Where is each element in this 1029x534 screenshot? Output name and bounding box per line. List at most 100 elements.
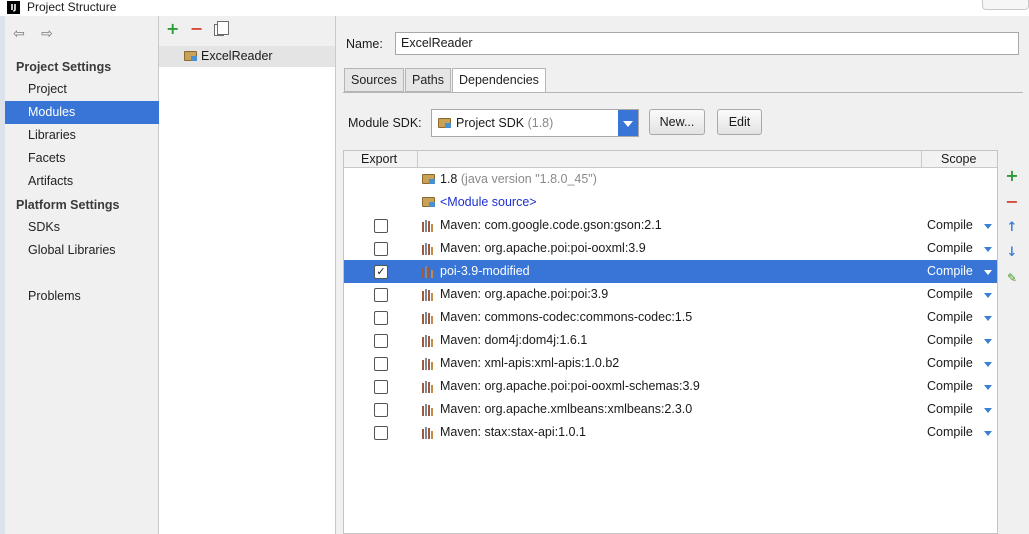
move-up-icon[interactable]: ↑ xyxy=(1004,220,1020,236)
tab-dependencies[interactable]: Dependencies xyxy=(452,68,546,93)
tab-sources[interactable]: Sources xyxy=(344,68,404,92)
dependency-name: poi-3.9-modified xyxy=(440,264,530,278)
chevron-down-icon[interactable] xyxy=(984,362,992,367)
sidebar-item-problems[interactable]: Problems xyxy=(5,285,159,308)
table-row[interactable]: Maven: org.apache.poi:poi-ooxml-schemas:… xyxy=(344,375,997,398)
chevron-down-icon[interactable] xyxy=(984,316,992,321)
table-row[interactable]: Maven: dom4j:dom4j:1.6.1 Compile xyxy=(344,329,997,352)
chevron-down-icon[interactable] xyxy=(984,431,992,436)
scope-select[interactable]: Compile xyxy=(927,287,973,301)
module-sdk-select[interactable]: Project SDK (1.8) xyxy=(431,109,639,137)
edit-sdk-button[interactable]: Edit xyxy=(717,109,762,135)
sidebar-item-modules[interactable]: Modules xyxy=(5,101,159,124)
table-row[interactable]: Maven: com.google.code.gson:gson:2.1 Comp… xyxy=(344,214,997,237)
title-bar: IJ Project Structure xyxy=(0,0,1029,16)
chevron-down-icon[interactable] xyxy=(984,293,992,298)
scope-select[interactable]: Compile xyxy=(927,218,973,232)
chevron-down-icon[interactable] xyxy=(984,339,992,344)
window-title: Project Structure xyxy=(27,0,117,14)
chevron-down-icon[interactable] xyxy=(984,270,992,275)
add-dependency-icon[interactable]: + xyxy=(1004,168,1020,184)
dependency-name: Maven: stax:stax-api:1.0.1 xyxy=(440,425,586,439)
add-module-icon[interactable]: + xyxy=(166,21,179,37)
scope-select[interactable]: Compile xyxy=(927,241,973,255)
sidebar-item-project[interactable]: Project xyxy=(5,78,159,101)
scope-select[interactable]: Compile xyxy=(927,425,973,439)
scope-select[interactable]: Compile xyxy=(927,379,973,393)
module-name: ExcelReader xyxy=(201,49,273,63)
library-icon xyxy=(422,427,435,439)
table-row[interactable]: Maven: org.apache.xmlbeans:xmlbeans:2.3.… xyxy=(344,398,997,421)
intellij-app-icon: IJ xyxy=(7,1,20,14)
scope-select[interactable]: Compile xyxy=(927,402,973,416)
chevron-down-icon[interactable] xyxy=(984,224,992,229)
copy-module-icon[interactable] xyxy=(214,21,229,36)
export-checkbox[interactable] xyxy=(374,334,388,348)
scope-select[interactable]: Compile xyxy=(927,333,973,347)
export-checkbox[interactable] xyxy=(374,357,388,371)
dependency-name: Maven: org.apache.xmlbeans:xmlbeans:2.3.… xyxy=(440,402,693,416)
sdk-version: (1.8) xyxy=(527,116,554,130)
scope-column-header[interactable]: Scope xyxy=(941,152,976,167)
sidebar-item-global-libraries[interactable]: Global Libraries xyxy=(5,239,159,262)
module-list-toolbar: + − xyxy=(159,16,335,46)
module-name-field[interactable]: ExcelReader xyxy=(395,32,1019,55)
jdk-row[interactable]: 1.8 (java version "1.8.0_45") xyxy=(344,168,997,191)
table-row[interactable]: Maven: stax:stax-api:1.0.1 Compile xyxy=(344,421,997,444)
library-icon xyxy=(422,266,435,278)
library-icon xyxy=(422,404,435,416)
dependency-name: Maven: xml-apis:xml-apis:1.0.b2 xyxy=(440,356,620,370)
export-checkbox[interactable] xyxy=(374,380,388,394)
export-checkbox[interactable] xyxy=(374,219,388,233)
library-icon xyxy=(422,358,435,370)
chevron-down-icon[interactable] xyxy=(984,247,992,252)
chevron-down-icon[interactable] xyxy=(984,408,992,413)
chevron-down-icon[interactable] xyxy=(984,385,992,390)
export-checkbox[interactable] xyxy=(374,288,388,302)
table-row[interactable]: Maven: org.apache.poi:poi-ooxml:3.9 Compi… xyxy=(344,237,997,260)
export-column-header[interactable]: Export xyxy=(361,152,397,167)
module-list-panel: + − ExcelReader xyxy=(159,16,336,534)
sidebar-item-facets[interactable]: Facets xyxy=(5,147,159,170)
table-header: Export Scope xyxy=(344,151,997,168)
tab-paths[interactable]: Paths xyxy=(405,68,451,92)
export-checkbox[interactable] xyxy=(374,426,388,440)
table-row[interactable]: Maven: commons-codec:commons-codec:1.5 Co… xyxy=(344,306,997,329)
platform-settings-header: Platform Settings xyxy=(16,198,120,212)
scope-select[interactable]: Compile xyxy=(927,356,973,370)
scope-select[interactable]: Compile xyxy=(927,310,973,324)
table-row[interactable]: Maven: org.apache.poi:poi:3.9 Compile xyxy=(344,283,997,306)
remove-dependency-icon[interactable]: − xyxy=(1004,194,1020,210)
edit-dependency-icon[interactable]: ✎ xyxy=(1004,270,1020,286)
module-source-row[interactable]: <Module source> xyxy=(344,191,997,214)
chevron-down-icon[interactable] xyxy=(618,110,638,136)
move-down-icon[interactable]: ↓ xyxy=(1004,245,1020,261)
module-list-item[interactable]: ExcelReader xyxy=(159,46,335,67)
scope-select[interactable]: Compile xyxy=(927,264,973,278)
dependency-name: Maven: commons-codec:commons-codec:1.5 xyxy=(440,310,693,324)
column-divider xyxy=(417,151,418,168)
export-checkbox[interactable] xyxy=(374,242,388,256)
table-row[interactable]: Maven: xml-apis:xml-apis:1.0.b2 Compile xyxy=(344,352,997,375)
dependency-name: Maven: org.apache.poi:poi-ooxml-schemas:… xyxy=(440,379,700,393)
new-sdk-button[interactable]: New... xyxy=(649,109,705,135)
jdk-name: 1.8 xyxy=(440,172,458,186)
window-close-button[interactable] xyxy=(982,0,1029,10)
export-checkbox[interactable] xyxy=(374,403,388,417)
sdk-folder-icon xyxy=(438,118,451,128)
jdk-folder-icon xyxy=(422,174,435,184)
table-row[interactable]: ✓ poi-3.9-modified Compile xyxy=(344,260,997,283)
sidebar-item-libraries[interactable]: Libraries xyxy=(5,124,159,147)
name-label: Name: xyxy=(346,37,383,51)
dependency-name: Maven: org.apache.poi:poi-ooxml:3.9 xyxy=(440,241,646,255)
sidebar-item-sdks[interactable]: SDKs xyxy=(5,216,159,239)
remove-module-icon[interactable]: − xyxy=(190,21,203,37)
back-forward-arrows[interactable]: ⇦ ⇨ xyxy=(13,26,59,42)
sidebar-item-artifacts[interactable]: Artifacts xyxy=(5,170,159,193)
dependencies-table: Export Scope 1.8 (java version "1.8.0_45… xyxy=(343,150,998,534)
dependency-name: Maven: org.apache.poi:poi:3.9 xyxy=(440,287,609,301)
dependency-name: Maven: com.google.code.gson:gson:2.1 xyxy=(440,218,662,232)
jdk-detail: (java version "1.8.0_45") xyxy=(460,172,597,186)
export-checkbox[interactable] xyxy=(374,311,388,325)
export-checkbox[interactable]: ✓ xyxy=(374,265,388,279)
